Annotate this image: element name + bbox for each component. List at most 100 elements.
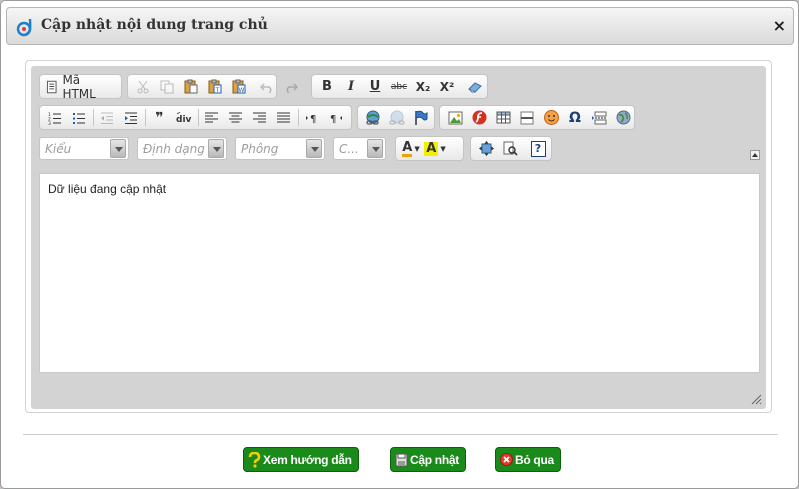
strike-icon: abc — [390, 81, 408, 92]
outdent-icon — [101, 112, 114, 124]
copy-button[interactable] — [156, 76, 178, 97]
unlink-icon — [389, 110, 405, 125]
anchor-button[interactable] — [410, 107, 432, 128]
collapse-toolbar-button[interactable] — [750, 150, 760, 160]
page-break-button[interactable] — [588, 107, 610, 128]
paste-button[interactable] — [180, 76, 202, 97]
text-direction-rtl-button[interactable]: ¶ — [325, 107, 347, 128]
rtl-icon: ¶ — [330, 114, 342, 124]
app-logo-icon — [16, 18, 32, 37]
align-center-icon — [229, 112, 243, 122]
align-left-button[interactable] — [201, 107, 223, 128]
svg-text:¶: ¶ — [310, 114, 316, 124]
copy-icon — [160, 80, 174, 93]
align-left-icon — [205, 112, 219, 122]
align-justify-button[interactable] — [273, 107, 295, 128]
globe-icon — [616, 110, 630, 125]
omega-icon: Ω — [569, 109, 581, 126]
ltr-icon: ¶ — [306, 114, 316, 124]
link-button[interactable] — [362, 107, 384, 128]
source-button[interactable]: Mã HTML — [44, 73, 117, 101]
special-char-button[interactable]: Ω — [564, 107, 586, 128]
svg-text:3: 3 — [48, 121, 51, 125]
bullet-list-button[interactable] — [68, 107, 90, 128]
undo-button[interactable] — [256, 76, 278, 97]
format-select[interactable]: Định dạng — [137, 137, 227, 160]
blockquote-icon: ❞ — [155, 109, 164, 126]
unlink-button[interactable] — [386, 107, 408, 128]
create-div-button[interactable]: div — [173, 107, 195, 128]
smiley-button[interactable] — [540, 107, 562, 128]
italic-button[interactable]: I — [340, 76, 362, 97]
resize-grip-icon[interactable] — [750, 393, 762, 405]
remove-format-button[interactable] — [464, 76, 486, 97]
cancel-button[interactable]: Bỏ qua — [495, 447, 561, 472]
format-select-label: Định dạng — [143, 141, 205, 156]
horizontal-rule-button[interactable] — [516, 107, 538, 128]
superscript-button[interactable]: X² — [436, 76, 458, 97]
smiley-icon — [543, 110, 559, 125]
align-justify-icon — [277, 112, 291, 122]
redo-icon — [286, 82, 298, 93]
background-color-button[interactable]: A ▼ — [424, 138, 446, 159]
image-button[interactable] — [444, 107, 466, 128]
subscript-icon: X₂ — [415, 79, 431, 94]
help-guide-button[interactable]: Xem hướng dẫn — [243, 447, 359, 472]
indent-button[interactable] — [120, 107, 142, 128]
align-right-button[interactable] — [249, 107, 271, 128]
cut-button[interactable] — [132, 76, 154, 97]
strike-button[interactable]: abc — [388, 76, 410, 97]
bold-button[interactable]: B — [316, 76, 338, 97]
blockquote-button[interactable]: ❞ — [149, 107, 171, 128]
help-icon: ? — [530, 140, 546, 157]
image-icon — [448, 111, 462, 124]
maximize-icon — [478, 141, 494, 156]
font-size-select[interactable]: C... — [333, 137, 386, 160]
cancel-label: Bỏ qua — [515, 452, 554, 467]
svg-text:T: T — [215, 87, 220, 94]
subscript-button[interactable]: X₂ — [412, 76, 434, 97]
iframe-button[interactable] — [612, 107, 634, 128]
numbered-list-button[interactable]: 123 — [44, 107, 66, 128]
redo-button[interactable] — [280, 76, 302, 97]
align-right-icon — [253, 112, 267, 122]
flash-button[interactable] — [468, 107, 490, 128]
editor-content-area[interactable]: Dữ liệu đang cập nhật — [39, 173, 760, 373]
rich-text-editor: Mã HTML T W B I U abc X₂ X² 1 2 3 ❞ div … — [31, 66, 766, 409]
chevron-down-icon — [208, 139, 224, 158]
help-guide-label: Xem hướng dẫn — [263, 452, 352, 467]
chevron-down-icon — [306, 139, 322, 158]
question-icon — [248, 451, 261, 468]
paste-word-button[interactable]: W — [228, 76, 250, 97]
show-blocks-button[interactable] — [499, 138, 521, 159]
source-button-label: Mã HTML — [62, 72, 96, 101]
toolbar-insert-group: Ω — [439, 105, 635, 130]
table-button[interactable] — [492, 107, 514, 128]
flash-icon — [472, 110, 486, 125]
close-button[interactable]: × — [773, 17, 786, 35]
svg-text:¶: ¶ — [330, 114, 336, 124]
numbered-list-icon: 123 — [48, 112, 61, 125]
flag-icon — [415, 110, 428, 125]
paste-text-button[interactable]: T — [204, 76, 226, 97]
update-button[interactable]: Cập nhật — [390, 447, 466, 472]
maximize-button[interactable] — [475, 138, 497, 159]
font-select-label: Phông — [241, 141, 279, 156]
table-icon — [496, 111, 510, 124]
svg-text:div: div — [176, 115, 192, 124]
text-direction-ltr-button[interactable]: ¶ — [301, 107, 323, 128]
eraser-icon — [468, 81, 482, 93]
chevron-down-icon: ▼ — [440, 144, 446, 153]
bold-icon: B — [322, 79, 332, 94]
outdent-button[interactable] — [96, 107, 118, 128]
underline-button[interactable]: U — [364, 76, 386, 97]
indent-icon — [125, 112, 138, 124]
dialog-titlebar: Cập nhật nội dung trang chủ × — [6, 7, 794, 45]
align-center-button[interactable] — [225, 107, 247, 128]
toolbar-clipboard-group: T W — [127, 74, 298, 99]
toolbar-basicstyles-group: B I U abc X₂ X² — [311, 74, 488, 99]
font-select[interactable]: Phông — [235, 137, 325, 160]
text-color-button[interactable]: A ▼ — [400, 138, 422, 159]
style-select[interactable]: Kiểu — [39, 137, 129, 160]
about-button[interactable]: ? — [527, 138, 549, 159]
